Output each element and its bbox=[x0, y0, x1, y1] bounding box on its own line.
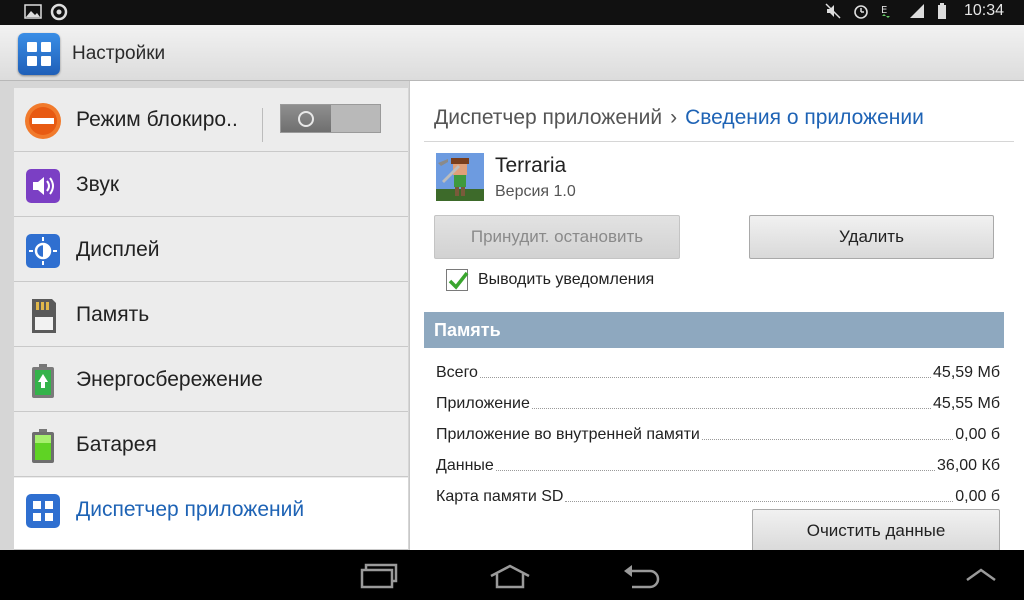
navigation-bar bbox=[0, 550, 1024, 600]
sidebar-item-label: Энергосбережение bbox=[76, 368, 263, 391]
sidebar-item-battery[interactable]: Батарея bbox=[14, 413, 408, 477]
settings-grid-icon[interactable] bbox=[18, 33, 60, 75]
memory-row: Карта памяти SD 0,00 б bbox=[436, 482, 1000, 506]
battery-icon bbox=[936, 2, 954, 20]
sidebar-item-label: Дисплей bbox=[76, 238, 160, 261]
sync-icon bbox=[50, 3, 68, 21]
chevron-right-icon: › bbox=[670, 106, 678, 129]
divider bbox=[262, 108, 263, 142]
home-icon[interactable] bbox=[488, 563, 532, 589]
force-stop-button[interactable]: Принудит. остановить bbox=[434, 215, 680, 259]
sidebar-item-app-manager[interactable]: Диспетчер приложений bbox=[14, 478, 408, 550]
sidebar-item-sound[interactable]: Звук bbox=[14, 153, 408, 217]
memory-row: Приложение во внутренней памяти 0,00 б bbox=[436, 420, 1000, 444]
mute-icon bbox=[824, 2, 842, 20]
checkmark-icon bbox=[448, 271, 469, 290]
expand-up-icon[interactable] bbox=[964, 566, 998, 584]
sidebar-item-label: Звук bbox=[76, 173, 120, 196]
memory-row: Приложение 45,55 Мб bbox=[436, 389, 1000, 413]
back-icon[interactable] bbox=[620, 563, 662, 589]
row-label: Приложение bbox=[436, 395, 530, 412]
breadcrumb-current: Сведения о приложении bbox=[685, 106, 924, 129]
block-icon bbox=[24, 102, 62, 140]
block-mode-toggle[interactable] bbox=[280, 104, 381, 133]
sd-card-icon bbox=[24, 297, 62, 335]
power-saving-icon bbox=[24, 362, 62, 400]
row-label: Всего bbox=[436, 364, 478, 381]
divider bbox=[424, 141, 1014, 142]
notifications-checkbox[interactable] bbox=[446, 269, 469, 291]
clock: 10:34 bbox=[963, 2, 1004, 19]
sidebar-item-label: Диспетчер приложений bbox=[76, 498, 305, 521]
sidebar-item-label: Память bbox=[76, 303, 150, 326]
sidebar-item-label: Режим блокиро.. bbox=[76, 108, 238, 131]
memory-row: Данные 36,00 Кб bbox=[436, 451, 1000, 475]
breadcrumb-parent[interactable]: Диспетчер приложений bbox=[434, 106, 662, 129]
app-name: Terraria bbox=[495, 154, 567, 177]
action-bar: Настройки bbox=[0, 25, 1024, 81]
memory-section-header: Память bbox=[424, 312, 1004, 348]
app-info-panel: Диспетчер приложений › Сведения о приложен… bbox=[409, 81, 1024, 553]
row-value: 0,00 б bbox=[955, 426, 1000, 443]
clear-data-button[interactable]: Очистить данные bbox=[752, 509, 1000, 553]
sound-icon bbox=[24, 167, 62, 205]
data-e-icon: E bbox=[880, 2, 898, 20]
battery-icon bbox=[24, 427, 62, 465]
display-icon bbox=[24, 232, 62, 270]
sidebar-item-power-saving[interactable]: Энергосбережение bbox=[14, 348, 408, 412]
breadcrumb: Диспетчер приложений › Сведения о приложен… bbox=[434, 106, 924, 130]
uninstall-button[interactable]: Удалить bbox=[749, 215, 994, 259]
sidebar-item-label: Батарея bbox=[76, 433, 157, 456]
terraria-app-icon bbox=[436, 153, 484, 201]
row-value: 36,00 Кб bbox=[937, 457, 1000, 474]
settings-sidebar: Режим блокиро.. Звук Дисплей Память Энер… bbox=[0, 81, 410, 600]
recent-apps-icon[interactable] bbox=[360, 563, 400, 589]
row-label: Карта памяти SD bbox=[436, 488, 564, 505]
signal-icon bbox=[908, 2, 926, 20]
status-bar: E 10:34 bbox=[0, 0, 1024, 25]
row-value: 45,55 Мб bbox=[933, 395, 1000, 412]
notifications-label: Выводить уведомления bbox=[478, 271, 655, 288]
row-value: 45,59 Мб bbox=[933, 364, 1000, 381]
gallery-icon bbox=[24, 3, 42, 21]
page-title: Настройки bbox=[72, 43, 166, 64]
row-value: 0,00 б bbox=[955, 488, 1000, 505]
app-manager-icon bbox=[24, 492, 62, 530]
sidebar-item-block-mode[interactable]: Режим блокиро.. bbox=[14, 88, 408, 152]
row-label: Данные bbox=[436, 457, 494, 474]
sidebar-item-display[interactable]: Дисплей bbox=[14, 218, 408, 282]
row-label: Приложение во внутренней памяти bbox=[436, 426, 700, 443]
app-version: Версия 1.0 bbox=[495, 183, 576, 200]
sidebar-item-memory[interactable]: Память bbox=[14, 283, 408, 347]
memory-row: Всего 45,59 Мб bbox=[436, 358, 1000, 382]
alarm-icon bbox=[852, 2, 870, 20]
